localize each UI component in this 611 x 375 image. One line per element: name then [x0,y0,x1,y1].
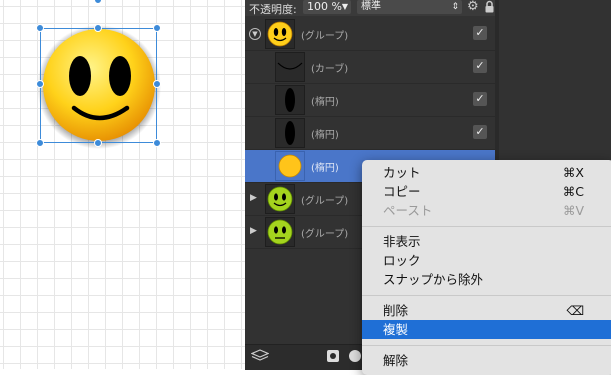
menu-item-release[interactable]: 解除 [362,351,611,370]
yellow-circle-thumb-icon [278,154,302,178]
menu-item-label: 削除 [383,303,409,318]
disclosure-expanded-icon[interactable]: ▼ [249,28,261,40]
resize-handle[interactable] [153,139,161,147]
menu-item-shortcut: ⌘X [562,165,584,180]
layer-thumbnail [275,52,305,82]
green-smiley-thumb-icon [267,186,293,212]
layer-options-bar: 不透明度: 100 % ▼ 標準 ⇕ ⚙ [245,0,495,16]
layer-name: (楕円) [311,130,339,141]
layer-name: (グループ) [301,196,349,207]
layer-row[interactable]: (楕円) ✓ [245,84,495,117]
layer-row[interactable]: (楕円) ✓ [245,117,495,150]
adjustment-icon[interactable] [349,350,361,362]
menu-item-exclude-snapping[interactable]: スナップから除外 [362,270,611,289]
menu-item-duplicate[interactable]: 複製 [362,320,611,339]
mask-icon[interactable] [327,350,339,362]
menu-item-delete[interactable]: 削除 ⌫ [362,301,611,320]
opacity-label: 不透明度: [249,3,297,16]
context-menu: カット ⌘X コピー ⌘C ペースト ⌘V 非表示 ロック スナップから除外 削… [362,160,611,375]
disclosure-collapsed-icon[interactable]: ▶ [250,226,257,236]
resize-handle[interactable] [36,24,44,32]
layer-name: (楕円) [311,163,339,174]
chevron-down-icon: ▼ [341,2,348,11]
resize-handle[interactable] [94,24,102,32]
resize-handle[interactable] [36,139,44,147]
menu-item-lock[interactable]: ロック [362,251,611,270]
menu-item-shortcut: ⌘V [562,203,584,218]
resize-handle[interactable] [94,139,102,147]
design-canvas[interactable] [0,0,245,369]
menu-item-copy[interactable]: コピー ⌘C [362,182,611,201]
visibility-checkbox[interactable]: ✓ [473,59,487,73]
curve-thumb-icon [277,62,303,70]
resize-handle[interactable] [153,24,161,32]
layer-thumbnail [265,19,295,49]
layer-thumbnail [275,85,305,115]
layers-stack-icon[interactable] [251,349,269,363]
layer-name: (グループ) [301,229,349,240]
resize-handle[interactable] [153,80,161,88]
menu-separator [362,345,611,346]
menu-item-hide[interactable]: 非表示 [362,232,611,251]
menu-item-label: スナップから除外 [383,272,484,287]
ellipse-thumb-icon [285,121,295,145]
layer-row[interactable]: ▼ (グループ) ✓ [245,18,495,51]
layer-thumbnail [265,217,295,247]
layer-thumbnail [275,118,305,148]
layer-name: (カーブ) [311,64,349,75]
menu-separator [362,226,611,227]
disclosure-collapsed-icon[interactable]: ▶ [250,193,257,203]
layer-thumbnail [275,151,305,181]
visibility-checkbox[interactable]: ✓ [473,26,487,40]
menu-item-label: コピー [383,184,421,199]
blend-mode-value: 標準 [361,1,381,12]
layer-name: (グループ) [301,31,349,42]
layer-name: (楕円) [311,97,339,108]
layer-thumbnail [265,184,295,214]
resize-handle[interactable] [94,0,102,4]
menu-item-shortcut: ⌘C [562,184,584,199]
ellipse-thumb-icon [285,88,295,112]
green-neutral-thumb-icon [267,219,293,245]
menu-item-label: ペースト [383,203,433,218]
opacity-value: 100 % [307,0,342,13]
menu-item-paste: ペースト ⌘V [362,201,611,220]
menu-item-label: カット [383,165,421,180]
opacity-field[interactable]: 100 % ▼ [303,0,351,14]
lock-icon[interactable] [485,0,494,13]
layer-row[interactable]: (カーブ) ✓ [245,51,495,84]
menu-item-cut[interactable]: カット ⌘X [362,163,611,182]
menu-item-shortcut: ⌫ [566,303,584,318]
resize-handle[interactable] [36,80,44,88]
menu-separator [362,295,611,296]
menu-item-label: 複製 [383,322,409,337]
visibility-checkbox[interactable]: ✓ [473,125,487,139]
visibility-checkbox[interactable]: ✓ [473,92,487,106]
smiley-thumb-icon [267,21,293,47]
menu-item-label: 解除 [383,353,409,368]
blend-mode-select[interactable]: 標準 ⇕ [357,0,462,14]
menu-item-label: 非表示 [383,234,421,249]
updown-arrows-icon: ⇕ [451,2,459,12]
selection-bounding-box [40,28,157,143]
gear-icon[interactable]: ⚙ [467,0,479,14]
menu-item-label: ロック [383,253,421,268]
